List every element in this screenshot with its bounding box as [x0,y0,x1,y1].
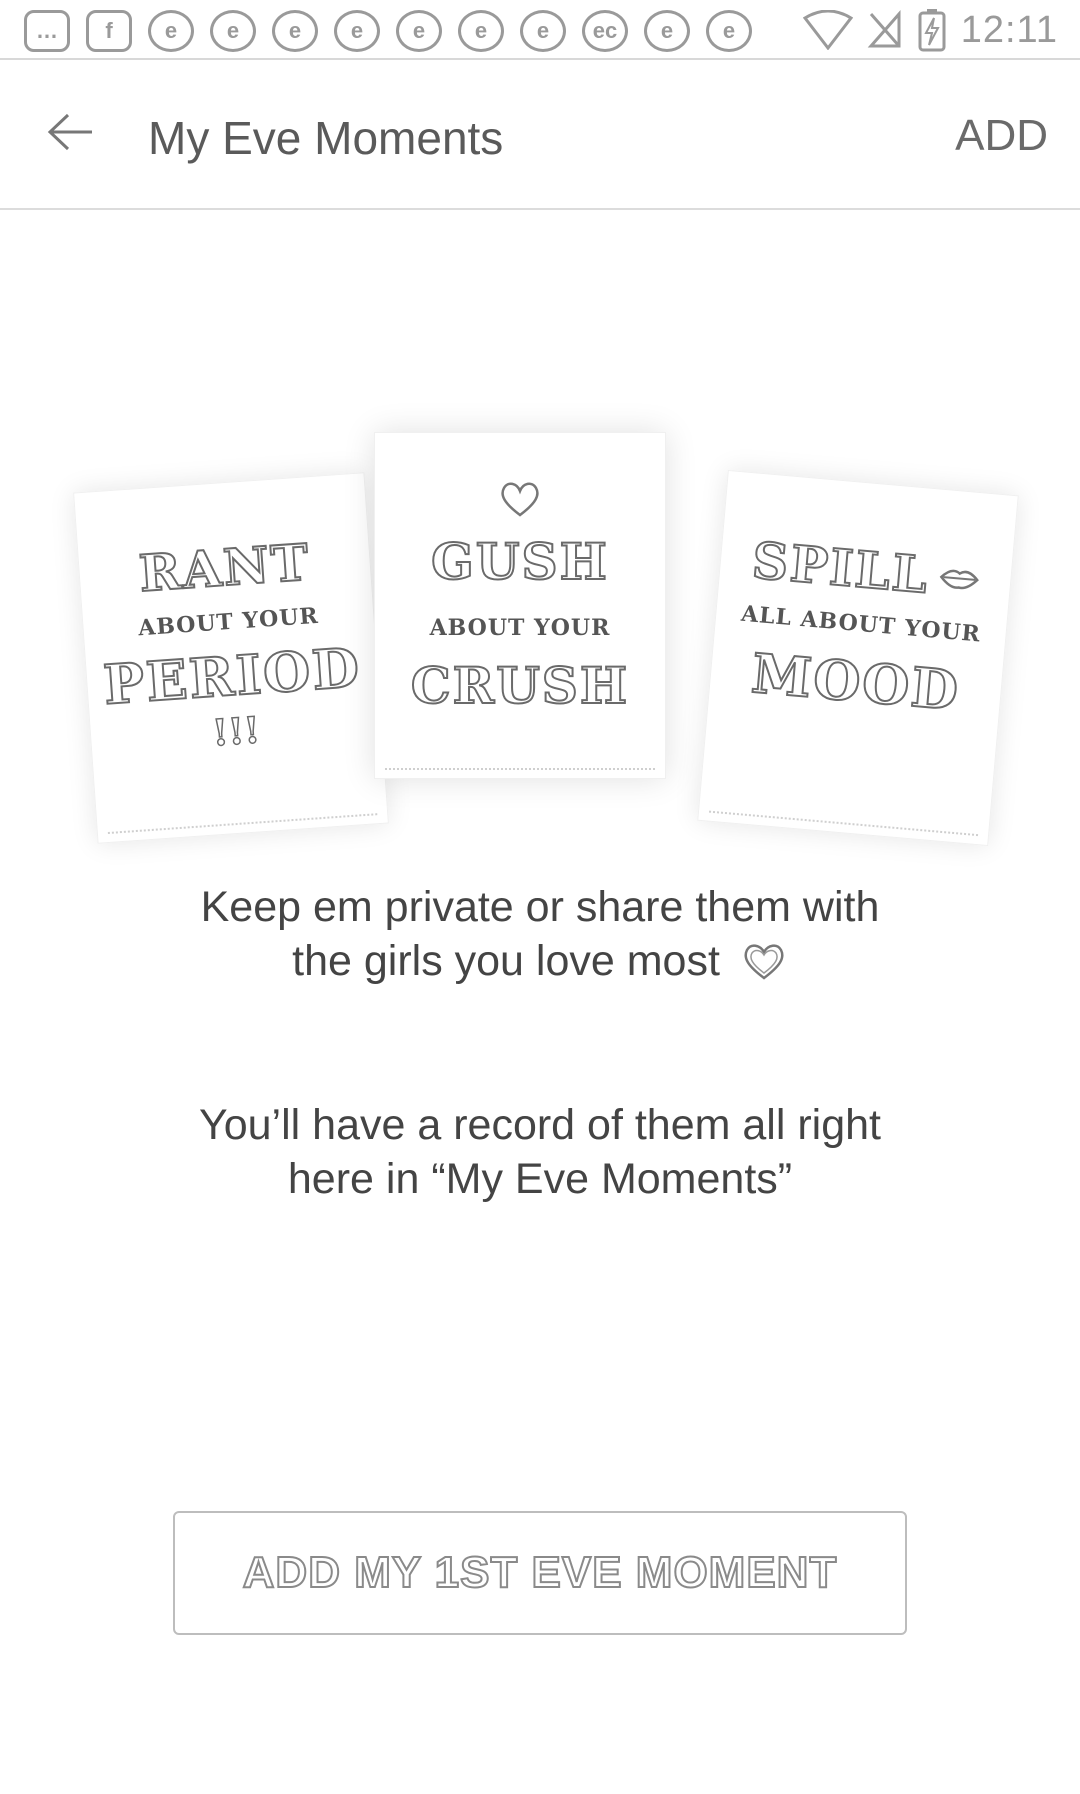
app-notification-icon: ec [582,10,628,52]
card-heading: SPILL [749,530,933,606]
add-first-moment-button[interactable]: ADD MY 1ST EVE MOMENT [173,1511,907,1635]
button-label: ADD MY 1ST EVE MOMENT [242,1547,838,1598]
card-heading: PERIOD [100,634,364,718]
notification-icons: … f e e e e e e e ec e e [24,10,752,52]
card-subtext: ABOUT YOUR [429,615,611,641]
card-heading: RANT [136,531,313,604]
facebook-icon: f [86,10,132,52]
heart-icon [744,944,784,980]
app-notification-icon: e [396,10,442,52]
card-exclaim: !!! [210,708,262,755]
app-notification-icon: e [334,10,380,52]
app-notification-icon: e [644,10,690,52]
card-heading: CRUSH [410,656,630,715]
app-notification-icon: e [272,10,318,52]
privacy-description: Keep em private or share them with the g… [0,880,1080,988]
app-bar: My Eve Moments ADD [0,60,1080,210]
battery-charging-icon [918,9,946,52]
card-subtext: ALL ABOUT YOUR [740,600,982,648]
rant-card: RANT ABOUT YOUR PERIOD !!! [73,472,389,844]
description-line: Keep em private or share them with [200,883,880,931]
gush-card: GUSH ABOUT YOUR CRUSH [374,432,666,779]
card-heading: MOOD [748,640,963,724]
more-icon: … [24,10,70,52]
system-status: 12:11 [802,8,1058,52]
description-line: You’ll have a record of them all right [198,1101,882,1149]
add-button[interactable]: ADD [955,111,1048,161]
arrow-left-icon [47,113,92,151]
illustration-cards: RANT ABOUT YOUR PERIOD !!! GUSH ABOUT YO… [0,420,1080,847]
app-notification-icon: e [458,10,504,52]
app-notification-icon: e [520,10,566,52]
app-notification-icon: e [210,10,256,52]
status-bar: … f e e e e e e e ec e e 12:11 [0,0,1080,60]
description-line: the girls you love most [292,937,720,985]
app-notification-icon: e [706,10,752,52]
spill-card: SPILL ALL ABOUT YOUR MOOD [697,469,1019,847]
app-notification-icon: e [148,10,194,52]
no-signal-icon [867,10,901,48]
card-heading-row: SPILL [749,530,981,606]
heart-doodle-icon [501,482,539,517]
lips-icon [939,569,979,590]
card-subtext: ABOUT YOUR [137,602,320,642]
page-title: My Eve Moments [148,112,504,164]
description-line: here in “My Eve Moments” [287,1155,793,1203]
back-button[interactable] [46,112,96,152]
record-description: You’ll have a record of them all right h… [0,1098,1080,1206]
wifi-icon [802,10,853,50]
clock: 12:11 [960,8,1058,51]
card-heading: GUSH [430,532,609,591]
description-line-with-heart: the girls you love most [0,934,1080,988]
